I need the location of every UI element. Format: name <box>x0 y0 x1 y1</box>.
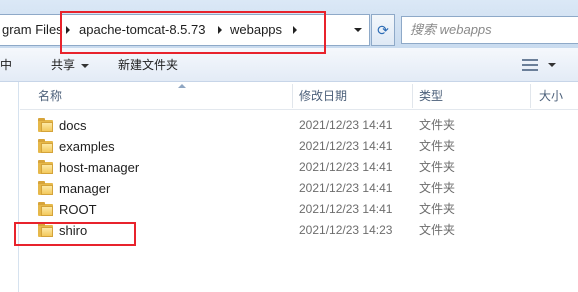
list-item[interactable]: host-manager 2021/12/23 14:41 文件夹 <box>34 157 554 178</box>
file-name: docs <box>59 118 87 133</box>
toolbar-item-partial[interactable]: 中 <box>0 48 12 82</box>
column-header-row: 名称 修改日期 类型 大小 <box>20 82 578 110</box>
list-item[interactable]: docs 2021/12/23 14:41 文件夹 <box>34 115 554 136</box>
file-date: 2021/12/23 14:41 <box>299 139 393 153</box>
file-type: 文件夹 <box>419 202 456 216</box>
chevron-right-icon[interactable] <box>66 26 70 34</box>
file-type: 文件夹 <box>419 181 456 195</box>
command-toolbar: 中 共享 新建文件夹 <box>0 48 578 82</box>
view-list-icon[interactable] <box>522 59 538 71</box>
folder-icon <box>38 118 54 132</box>
file-type: 文件夹 <box>419 223 456 237</box>
file-type: 文件夹 <box>419 160 456 174</box>
file-date: 2021/12/23 14:41 <box>299 160 393 174</box>
column-type[interactable]: 类型 <box>419 82 443 110</box>
column-divider[interactable] <box>292 84 293 108</box>
navigation-pane[interactable] <box>0 82 19 292</box>
file-name: ROOT <box>59 202 97 217</box>
search-input[interactable] <box>410 17 570 43</box>
list-item[interactable]: ROOT 2021/12/23 14:41 文件夹 <box>34 199 554 220</box>
file-name: examples <box>59 139 115 154</box>
chevron-right-icon[interactable] <box>218 26 222 34</box>
list-item[interactable]: manager 2021/12/23 14:41 文件夹 <box>34 178 554 199</box>
address-bar[interactable]: gram Files apache-tomcat-8.5.73 webapps <box>0 14 370 46</box>
refresh-icon: ⟳ <box>377 21 389 38</box>
file-date: 2021/12/23 14:41 <box>299 202 393 216</box>
file-name: host-manager <box>59 160 140 175</box>
list-item[interactable]: shiro 2021/12/23 14:23 文件夹 <box>34 220 554 241</box>
breadcrumb-program-files[interactable]: gram Files <box>2 15 63 45</box>
file-date: 2021/12/23 14:41 <box>299 118 393 132</box>
column-date-modified[interactable]: 修改日期 <box>299 82 347 110</box>
share-label: 共享 <box>51 58 76 72</box>
chevron-down-icon[interactable] <box>354 28 362 32</box>
folder-icon <box>38 160 54 174</box>
sort-ascending-icon <box>178 84 186 88</box>
file-name: shiro <box>59 223 88 238</box>
chevron-down-icon[interactable] <box>548 63 556 67</box>
column-divider[interactable] <box>530 84 531 108</box>
file-date: 2021/12/23 14:23 <box>299 223 393 237</box>
folder-icon <box>38 139 54 153</box>
column-name[interactable]: 名称 <box>38 82 62 110</box>
chevron-down-icon <box>81 63 90 68</box>
breadcrumb-tomcat[interactable]: apache-tomcat-8.5.73 <box>79 15 205 45</box>
folder-icon <box>38 202 54 216</box>
file-type: 文件夹 <box>419 118 456 132</box>
list-item[interactable]: examples 2021/12/23 14:41 文件夹 <box>34 136 554 157</box>
column-divider[interactable] <box>412 84 413 108</box>
address-bar-strip: gram Files apache-tomcat-8.5.73 webapps … <box>0 0 578 48</box>
column-size[interactable]: 大小 <box>539 82 563 110</box>
share-menu-button[interactable]: 共享 <box>51 48 90 82</box>
chevron-right-icon[interactable] <box>293 26 297 34</box>
refresh-button[interactable]: ⟳ <box>371 14 395 46</box>
folder-icon <box>38 181 54 195</box>
file-type: 文件夹 <box>419 139 456 153</box>
folder-icon <box>38 223 54 237</box>
file-date: 2021/12/23 14:41 <box>299 181 393 195</box>
search-box[interactable] <box>401 16 578 44</box>
breadcrumb-webapps[interactable]: webapps <box>230 15 282 45</box>
file-name: manager <box>59 181 111 196</box>
new-folder-button[interactable]: 新建文件夹 <box>118 48 178 82</box>
